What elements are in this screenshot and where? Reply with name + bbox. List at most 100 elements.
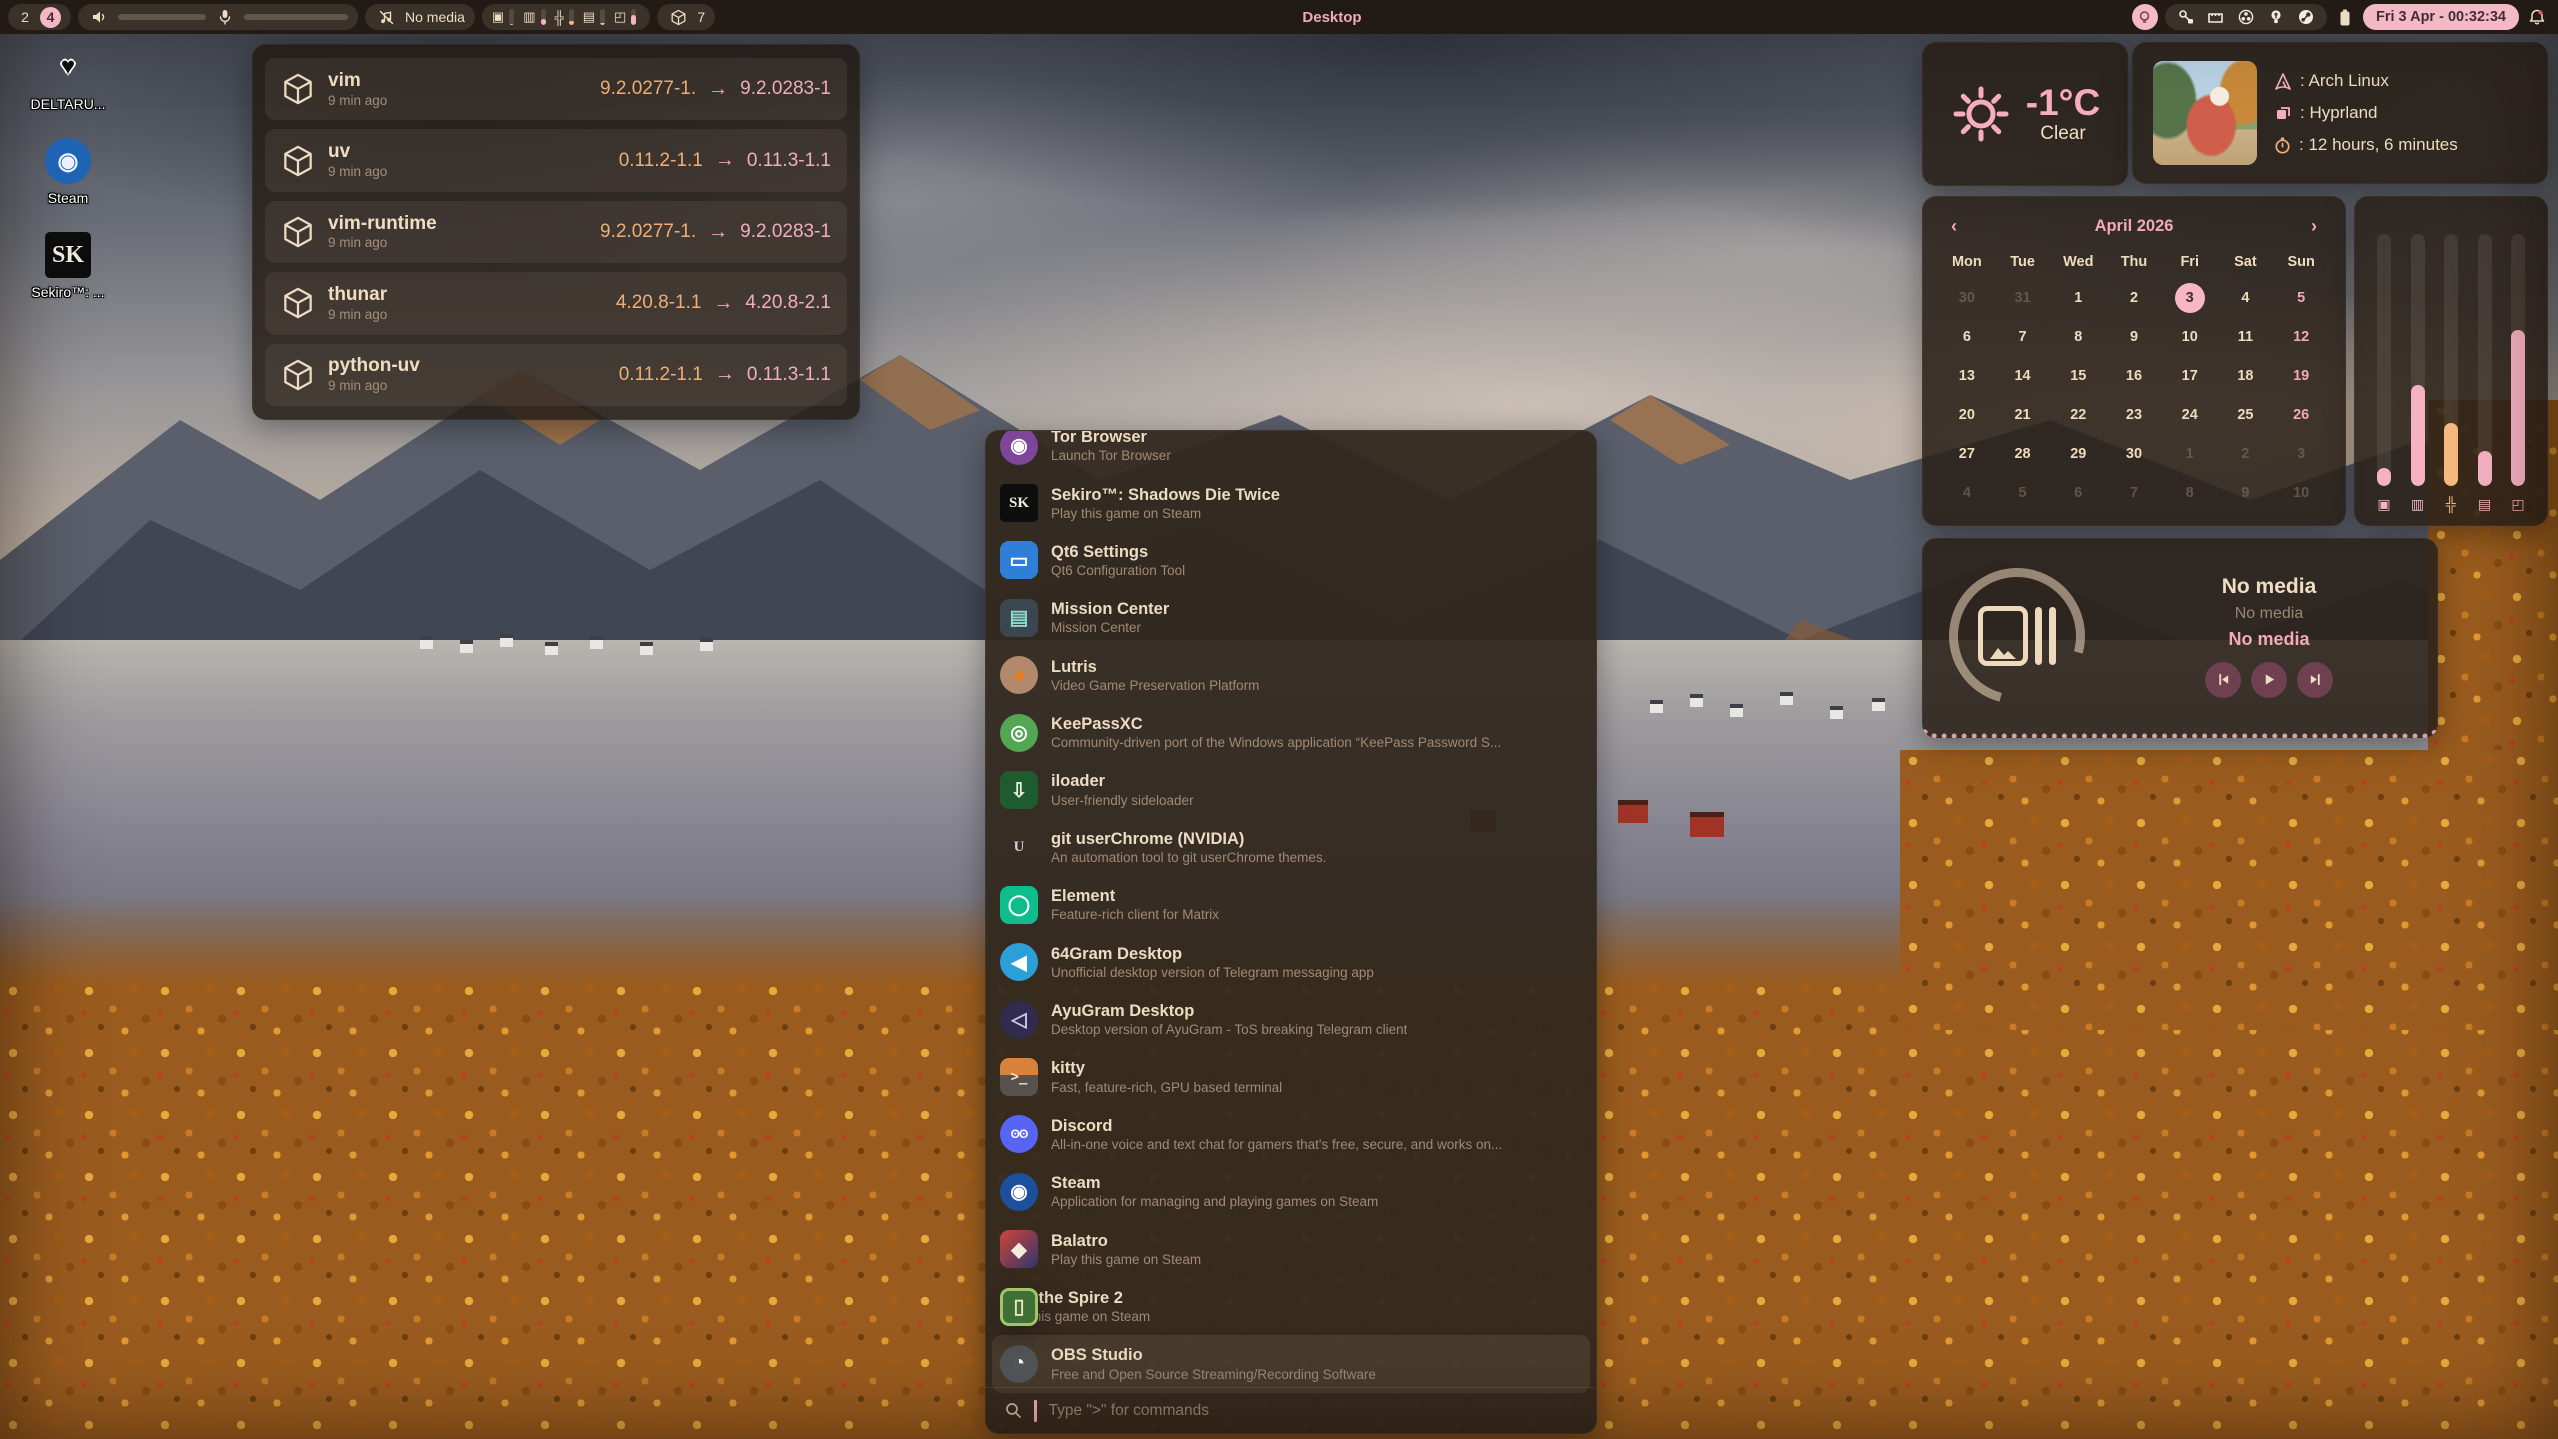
launcher-item[interactable]: ▭Qt6 SettingsQt6 Configuration Tool <box>986 532 1596 589</box>
calendar-day[interactable]: 9 <box>2106 319 2162 355</box>
calendar-day[interactable]: 25 <box>2218 397 2274 433</box>
calendar-day[interactable]: 30 <box>2106 436 2162 472</box>
calendar-day[interactable]: 12 <box>2273 319 2329 355</box>
update-row[interactable]: uv9 min ago0.11.2-1.1→0.11.3-1.1 <box>265 129 847 191</box>
calendar-day[interactable]: 6 <box>2050 475 2106 511</box>
calendar-day[interactable]: 22 <box>2050 397 2106 433</box>
calendar-day[interactable]: 4 <box>1939 475 1995 511</box>
obs-tray-icon[interactable] <box>2235 4 2257 30</box>
calendar-day[interactable]: 2 <box>2106 280 2162 316</box>
workspace-button-4-active[interactable]: 4 <box>40 7 61 28</box>
desktop-icon-label: Sekiro™: ... <box>31 284 104 300</box>
media-module[interactable]: No media <box>365 4 475 30</box>
previous-track-button[interactable] <box>2205 662 2241 698</box>
calendar-day[interactable]: 7 <box>1995 319 2051 355</box>
calendar-day[interactable]: 6 <box>1939 319 1995 355</box>
launcher-item[interactable]: Ugit userChrome (NVIDIA)An automation to… <box>986 819 1596 876</box>
calendar-day[interactable]: 21 <box>1995 397 2051 433</box>
steam-icon: ◉ <box>1000 1173 1038 1211</box>
launcher-item-text: kittyFast, feature-rich, GPU based termi… <box>1051 1059 1282 1094</box>
calendar-day[interactable]: 3 <box>2273 436 2329 472</box>
calendar-day[interactable]: 17 <box>2162 358 2218 394</box>
lightbulb-tray-icon[interactable] <box>2265 4 2287 30</box>
desktop-icon[interactable]: SKSekiro™: ... <box>16 232 120 300</box>
gpu-icon: ╬ <box>555 10 564 25</box>
audio-module[interactable] <box>78 4 358 30</box>
calendar-day[interactable]: 9 <box>2218 475 2274 511</box>
calendar-day[interactable]: 1 <box>2050 280 2106 316</box>
old-version: 9.2.0277-1. <box>600 78 696 100</box>
play-button[interactable] <box>2251 662 2287 698</box>
calendar-day[interactable]: 29 <box>2050 436 2106 472</box>
calendar-day[interactable]: 24 <box>2162 397 2218 433</box>
calendar-day[interactable]: 15 <box>2050 358 2106 394</box>
desktop-icon[interactable]: ♥DELTARU... <box>16 44 120 112</box>
calendar-next-button[interactable]: › <box>2307 216 2321 237</box>
calendar-day[interactable]: 2 <box>2218 436 2274 472</box>
system-monitor-module[interactable]: ▣▥╬▤◰ <box>482 4 650 30</box>
volume-slider[interactable] <box>118 14 206 20</box>
calendar-day[interactable]: 27 <box>1939 436 1995 472</box>
launcher-item[interactable]: ◀64Gram DesktopUnofficial desktop versio… <box>986 934 1596 991</box>
clock[interactable]: Fri 3 Apr - 00:32:34 <box>2363 4 2519 30</box>
speaker-icon <box>88 4 110 30</box>
calendar-day[interactable]: 20 <box>1939 397 1995 433</box>
next-track-button[interactable] <box>2297 662 2333 698</box>
launcher-item[interactable]: ⇩iloaderUser-friendly sideloader <box>986 761 1596 818</box>
calendar-day[interactable]: 28 <box>1995 436 2051 472</box>
calendar-day[interactable]: 7 <box>2106 475 2162 511</box>
launcher-item[interactable]: ◉Tor BrowserLaunch Tor Browser <box>986 430 1596 474</box>
update-row[interactable]: vim-runtime9 min ago9.2.0277-1.→9.2.0283… <box>265 201 847 263</box>
arrow-icon: → <box>713 292 733 315</box>
calendar-day[interactable]: 5 <box>1995 475 2051 511</box>
steam-tray-icon[interactable] <box>2295 4 2317 30</box>
calendar-day[interactable]: 19 <box>2273 358 2329 394</box>
launcher-item[interactable]: ◆BalatroPlay this game on Steam <box>986 1220 1596 1277</box>
wm-row: : Hyprland <box>2275 103 2458 123</box>
calendar-day[interactable]: 16 <box>2106 358 2162 394</box>
update-row[interactable]: vim9 min ago9.2.0277-1.→9.2.0283-1 <box>265 58 847 120</box>
workspace-button-2[interactable]: 2 <box>18 9 32 25</box>
launcher-item[interactable]: SKSekiro™: Shadows Die TwicePlay this ga… <box>986 474 1596 531</box>
calendar-day[interactable]: 31 <box>1995 280 2051 316</box>
calendar-day[interactable]: 8 <box>2162 475 2218 511</box>
calendar-day[interactable]: 1 <box>2162 436 2218 472</box>
launcher-item[interactable]: ◉SteamApplication for managing and playi… <box>986 1163 1596 1220</box>
launcher-search-input[interactable] <box>1047 1401 1581 1421</box>
calendar-day[interactable]: 23 <box>2106 397 2162 433</box>
launcher-item[interactable]: ʘʘDiscordAll-in-one voice and text chat … <box>986 1106 1596 1163</box>
calendar-day[interactable]: 14 <box>1995 358 2051 394</box>
calendar-day[interactable]: 10 <box>2162 319 2218 355</box>
calendar-day[interactable]: 3 <box>2162 280 2218 316</box>
update-row[interactable]: python-uv9 min ago0.11.2-1.1→0.11.3-1.1 <box>265 344 847 406</box>
network-tray-icon[interactable] <box>2205 4 2227 30</box>
calendar-day[interactable]: 26 <box>2273 397 2329 433</box>
calendar-day[interactable]: 13 <box>1939 358 1995 394</box>
calendar-day[interactable]: 8 <box>2050 319 2106 355</box>
update-row[interactable]: thunar9 min ago4.20.8-1.1→4.20.8-2.1 <box>265 272 847 334</box>
launcher-item[interactable]: ▤Mission CenterMission Center <box>986 589 1596 646</box>
package-updates-module[interactable]: 7 <box>657 4 715 30</box>
calendar-day[interactable]: 4 <box>2218 280 2274 316</box>
calendar-day[interactable]: 18 <box>2218 358 2274 394</box>
launcher-item[interactable]: ▯Slay the Spire 2Play this game on Steam <box>986 1278 1596 1335</box>
calendar-day[interactable]: 10 <box>2273 475 2329 511</box>
calendar-prev-button[interactable]: ‹ <box>1947 216 1961 237</box>
microphone-slider[interactable] <box>244 14 348 20</box>
night-light-toggle-button[interactable] <box>2132 4 2158 30</box>
obs-studio-icon: ◔ <box>1000 1345 1038 1383</box>
workspaces-module[interactable]: 2 4 <box>8 4 71 30</box>
calendar-day[interactable]: 5 <box>2273 280 2329 316</box>
launcher-item[interactable]: ◕LutrisVideo Game Preservation Platform <box>986 647 1596 704</box>
desktop-icon[interactable]: ◉Steam <box>16 138 120 206</box>
calendar-day[interactable]: 11 <box>2218 319 2274 355</box>
keepassxc-tray-icon[interactable] <box>2175 4 2197 30</box>
calendar-day[interactable]: 30 <box>1939 280 1995 316</box>
launcher-item[interactable]: ◯ElementFeature-rich client for Matrix <box>986 876 1596 933</box>
launcher-search-bar[interactable] <box>986 1387 1596 1433</box>
launcher-item[interactable]: >_kittyFast, feature-rich, GPU based ter… <box>986 1048 1596 1105</box>
notifications-bell-icon[interactable] <box>2526 4 2548 30</box>
launcher-item[interactable]: ◁AyuGram DesktopDesktop version of AyuGr… <box>986 991 1596 1048</box>
launcher-item[interactable]: ◎KeePassXCCommunity-driven port of the W… <box>986 704 1596 761</box>
launcher-item[interactable]: ◔OBS StudioFree and Open Source Streamin… <box>992 1335 1590 1392</box>
